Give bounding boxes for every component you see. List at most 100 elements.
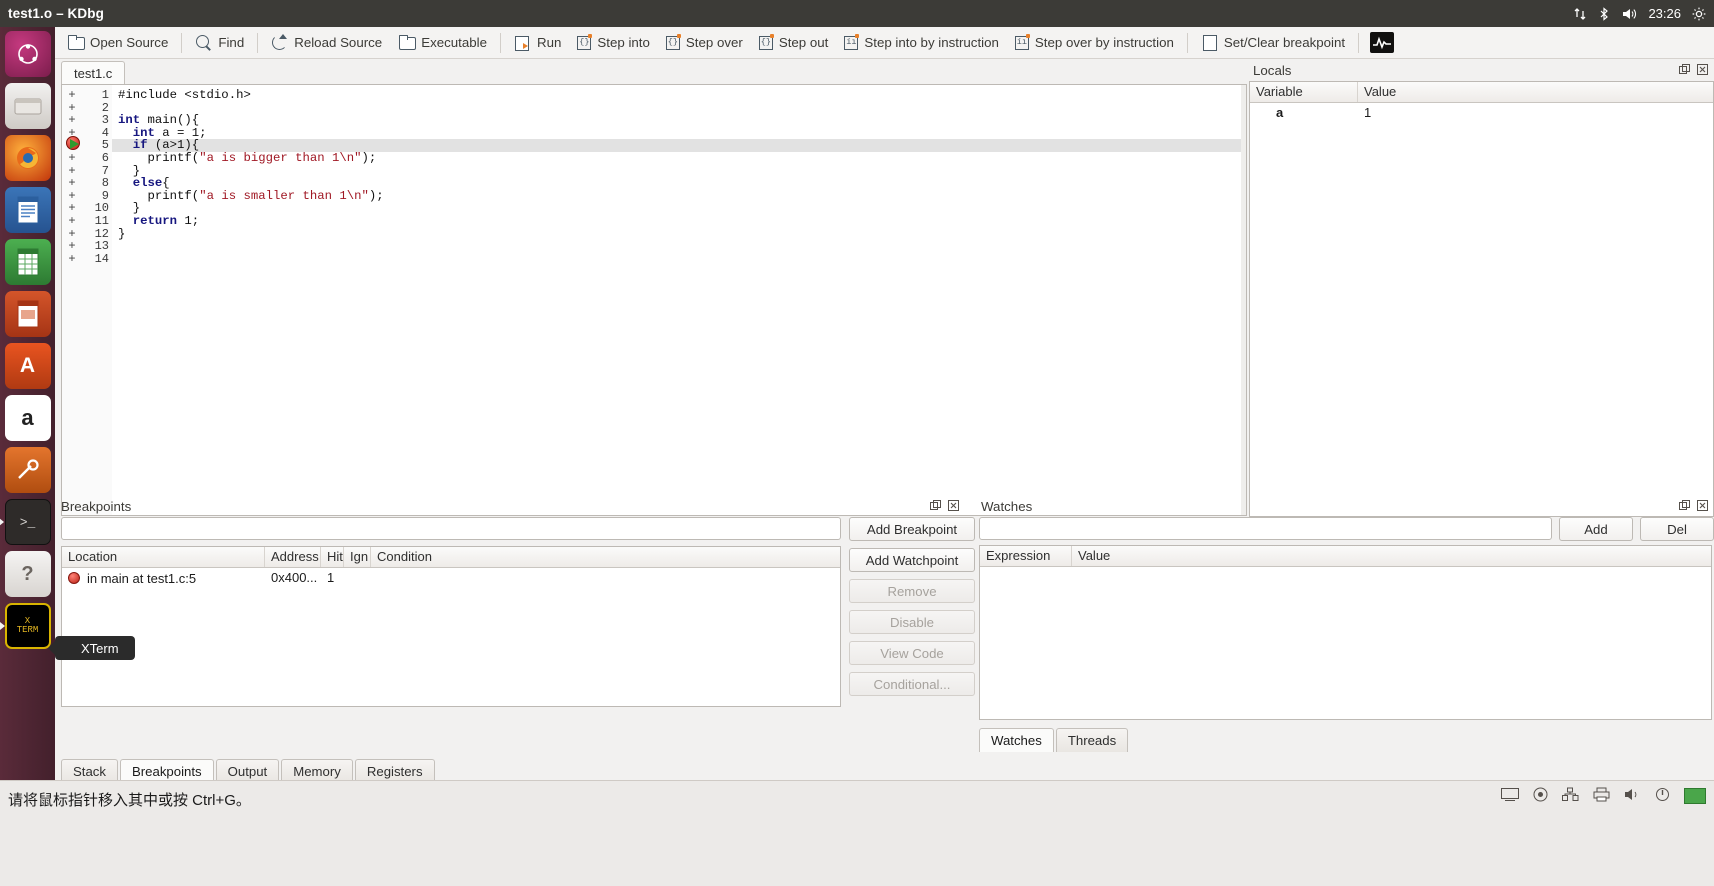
code-line-4: int a = 1; (132, 125, 207, 140)
watch-add-button[interactable]: Add (1559, 517, 1633, 541)
view-code-button[interactable]: View Code (849, 641, 975, 665)
breakpoints-column-condition[interactable]: Condition (371, 547, 840, 567)
breakpoints-column-hits[interactable]: Hit: (321, 547, 344, 567)
print-icon[interactable] (1593, 787, 1610, 805)
launcher-item-xterm[interactable]: X TERM (0, 603, 51, 649)
watches-column-expression[interactable]: Expression (980, 546, 1072, 566)
launcher-item-firefox[interactable] (4, 135, 51, 181)
fold-marker[interactable]: + (62, 152, 82, 165)
power-icon[interactable] (1655, 787, 1670, 805)
step-out-button[interactable]: {} Step out (751, 29, 837, 57)
source-tab-test1-c[interactable]: test1.c (61, 61, 126, 85)
add-breakpoint-button[interactable]: Add Breakpoint (849, 517, 975, 541)
display-icon[interactable] (1501, 787, 1519, 805)
bluetooth-icon[interactable] (1598, 6, 1610, 21)
open-source-button[interactable]: Open Source (59, 29, 176, 57)
reload-icon (271, 34, 288, 51)
breakpoint-icon (1201, 34, 1218, 51)
launcher-item-libreoffice-writer[interactable] (4, 187, 51, 233)
launcher-item-files[interactable] (4, 83, 51, 129)
find-button[interactable]: Find (187, 29, 252, 57)
fold-marker[interactable]: + (62, 253, 82, 266)
float-icon[interactable] (1678, 500, 1690, 512)
reload-source-button[interactable]: Reload Source (263, 29, 390, 57)
locals-column-variable[interactable]: Variable (1250, 82, 1358, 102)
locals-column-value[interactable]: Value (1358, 82, 1713, 102)
step-into-button[interactable]: {} Step into (569, 29, 658, 57)
breakpoint-marker-line-5[interactable] (66, 136, 80, 150)
source-view[interactable]: + + + + + + + + + + + + + + 1 2 (61, 84, 1247, 516)
code-column[interactable]: #include <stdio.h> int main(){ int a = 1… (66, 85, 1246, 515)
launcher-item-amazon[interactable]: a (4, 395, 51, 441)
watches-tabbar: Watches Threads (979, 728, 1129, 752)
fold-marker[interactable]: + (62, 177, 82, 190)
launcher-item-dash-home[interactable] (4, 31, 51, 77)
folder-icon (398, 34, 417, 51)
fold-marker[interactable]: + (62, 114, 82, 127)
add-watchpoint-button[interactable]: Add Watchpoint (849, 548, 975, 572)
fold-marker[interactable]: + (62, 215, 82, 228)
step-into-by-instruction-button[interactable]: íı Step into by instruction (836, 29, 1007, 57)
watch-expression-input[interactable] (979, 517, 1552, 540)
code-line-7: } (118, 163, 141, 178)
breakpoint-location-input[interactable] (61, 517, 841, 540)
line-number: 1 (101, 88, 109, 102)
watch-del-button[interactable]: Del (1640, 517, 1714, 541)
record-icon[interactable] (1533, 787, 1548, 805)
breakpoints-table[interactable]: Location Address Hit: Ign Condition in m… (61, 546, 841, 707)
output-window-icon[interactable] (1370, 32, 1395, 53)
locals-dock: Locals Variable Value a 1 (1249, 59, 1714, 519)
line-number: 3 (101, 113, 109, 128)
step-over-label: Step over (685, 35, 743, 50)
float-icon[interactable] (929, 500, 941, 512)
launcher-item-ubuntu-software[interactable]: A (4, 343, 51, 389)
close-icon[interactable] (947, 500, 959, 512)
watches-column-value[interactable]: Value (1072, 546, 1711, 566)
remove-breakpoint-button[interactable]: Remove (849, 579, 975, 603)
close-icon[interactable] (1696, 64, 1708, 76)
launcher-item-libreoffice-impress[interactable] (4, 291, 51, 337)
locals-cell-value: 1 (1364, 105, 1372, 120)
breakpoints-column-location[interactable]: Location (62, 547, 265, 567)
step-over-button[interactable]: {} Step over (658, 29, 751, 57)
run-button[interactable]: Run (506, 29, 569, 57)
source-editor: test1.c + + + + + + + + + + + + + 1 2 3 … (57, 59, 1247, 526)
locals-table[interactable]: Variable Value a 1 (1249, 81, 1714, 517)
green-indicator[interactable] (1684, 788, 1706, 804)
tab-watches[interactable]: Watches (979, 728, 1054, 752)
breakpoints-column-ign[interactable]: Ign (344, 547, 371, 567)
executable-button[interactable]: Executable (390, 29, 495, 57)
disable-breakpoint-button[interactable]: Disable (849, 610, 975, 634)
volume-icon[interactable] (1624, 787, 1641, 805)
table-row[interactable]: in main at test1.c:5 0x400... 1 (62, 568, 840, 588)
line-number: 11 (94, 213, 109, 228)
launcher-item-libreoffice-calc[interactable] (4, 239, 51, 285)
conditional-button[interactable]: Conditional... (849, 672, 975, 696)
gear-icon[interactable] (1692, 7, 1706, 21)
fold-marker[interactable]: + (62, 240, 82, 253)
source-vertical-scrollbar[interactable] (1241, 85, 1246, 515)
toolbar-separator (1358, 32, 1360, 53)
breakpoints-column-address[interactable]: Address (265, 547, 321, 567)
watches-table[interactable]: Expression Value (979, 545, 1712, 720)
launcher-tooltip-label: XTerm (81, 640, 119, 656)
toolbar-separator (1186, 32, 1188, 53)
table-row[interactable]: a 1 (1250, 103, 1713, 123)
close-icon[interactable] (1696, 500, 1708, 512)
float-icon[interactable] (1678, 64, 1690, 76)
step-over-by-instruction-button[interactable]: íı Step over by instruction (1007, 29, 1182, 57)
launcher-item-system-settings[interactable] (4, 447, 51, 493)
breakpoint-cell-ign (344, 568, 371, 588)
reload-source-label: Reload Source (294, 35, 383, 50)
set-clear-breakpoint-button[interactable]: Set/Clear breakpoint (1193, 29, 1353, 57)
fold-marker[interactable]: + (62, 89, 82, 102)
network-icon[interactable] (1562, 787, 1579, 805)
launcher-item-help[interactable]: ? (4, 551, 51, 597)
breakpoint-cell-address: 0x400... (271, 570, 318, 585)
tab-threads[interactable]: Threads (1055, 728, 1129, 752)
volume-icon[interactable] (1621, 7, 1637, 21)
launcher-item-terminal[interactable]: >_ (0, 499, 51, 545)
network-icon[interactable] (1573, 7, 1587, 21)
clock[interactable]: 23:26 (1648, 6, 1681, 21)
